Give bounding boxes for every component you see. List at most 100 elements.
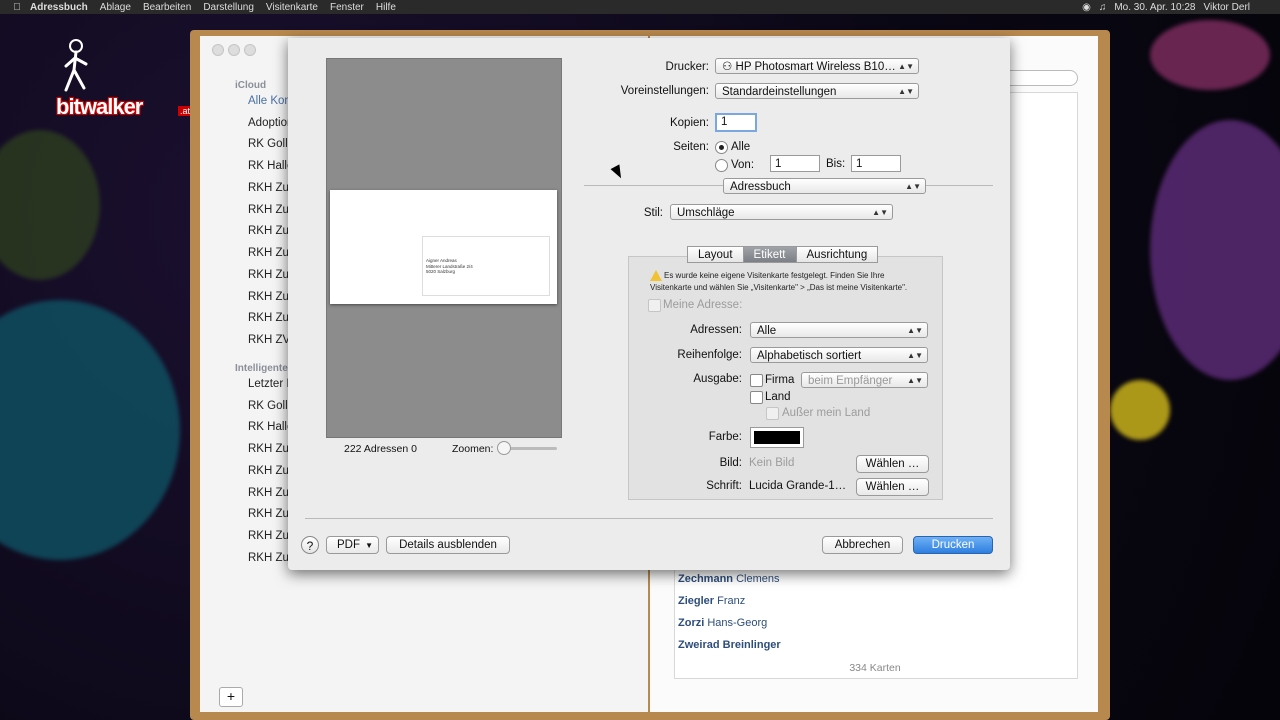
smart-group-item[interactable]: RKH Zu bbox=[248, 465, 289, 477]
smart-group-item[interactable]: RK Halle bbox=[248, 421, 293, 433]
pages-all-radio[interactable] bbox=[715, 141, 728, 154]
contact-row[interactable]: Ziegler Franz bbox=[678, 595, 745, 607]
zoom-slider-knob[interactable] bbox=[497, 441, 511, 455]
menu-file[interactable]: Ablage bbox=[100, 2, 131, 13]
menu-edit[interactable]: Bearbeiten bbox=[143, 2, 191, 13]
zoom-label: Zoomen: bbox=[452, 443, 494, 455]
smart-group-item[interactable]: RKH Zu bbox=[248, 487, 289, 499]
color-label: Farbe: bbox=[708, 431, 742, 443]
group-item[interactable]: RKH Zu bbox=[248, 182, 289, 194]
choose-image-button[interactable]: Wählen … bbox=[856, 455, 929, 473]
font-label: Schrift: bbox=[706, 480, 742, 492]
preview-address: Aigner Andreas Mitterer Landstraße 2/4 5… bbox=[426, 258, 473, 274]
group-item[interactable]: RK Golli bbox=[248, 138, 290, 150]
color-well[interactable] bbox=[750, 427, 804, 448]
tab-layout[interactable]: Layout bbox=[687, 246, 744, 263]
smart-group-item[interactable]: RKH Zu bbox=[248, 552, 289, 564]
wifi-icon[interactable]: ◉ bbox=[1082, 2, 1091, 13]
popup-arrows-icon: ▲▼ bbox=[907, 376, 923, 385]
style-select[interactable]: Umschläge ▲▼ bbox=[670, 204, 893, 220]
smart-group-item[interactable]: RKH Zu bbox=[248, 508, 289, 520]
company-position-select[interactable]: beim Empfänger ▲▼ bbox=[801, 372, 928, 388]
group-item[interactable]: Alle Kon bbox=[248, 95, 291, 107]
copies-label: Kopien: bbox=[669, 117, 709, 129]
tab-orientation[interactable]: Ausrichtung bbox=[795, 246, 879, 263]
preview-count: 222 Adressen 0 bbox=[344, 443, 417, 455]
smart-group-item[interactable]: Letzter I bbox=[248, 378, 290, 390]
copies-input[interactable]: 1 bbox=[715, 113, 757, 132]
minimize-window-button[interactable] bbox=[228, 44, 240, 56]
menu-view[interactable]: Darstellung bbox=[203, 2, 254, 13]
group-item[interactable]: RKH Zu bbox=[248, 247, 289, 259]
smart-group-item[interactable]: RKH Zu bbox=[248, 530, 289, 542]
separator bbox=[305, 518, 993, 519]
style-label: Stil: bbox=[643, 207, 663, 219]
pages-from-label: Von: bbox=[731, 159, 755, 171]
group-item[interactable]: RKH Zu bbox=[248, 291, 289, 303]
pages-from-input[interactable]: 1 bbox=[770, 155, 820, 172]
hide-details-button[interactable]: Details ausblenden bbox=[386, 536, 510, 554]
menu-app[interactable]: Adressbuch bbox=[30, 2, 88, 13]
contact-row[interactable]: Zweirad Breinlinger bbox=[678, 639, 781, 651]
except-country-checkbox[interactable] bbox=[766, 407, 779, 420]
presets-select[interactable]: Standardeinstellungen ▲▼ bbox=[715, 83, 919, 99]
except-country-label: Außer mein Land bbox=[782, 407, 871, 419]
printer-icon: ⚇ bbox=[722, 61, 733, 73]
volume-icon[interactable]: ♫ bbox=[1099, 2, 1107, 13]
logo-text: bitwalker bbox=[56, 94, 143, 119]
font-value: Lucida Grande-1… bbox=[749, 480, 847, 492]
addresses-label: Adressen: bbox=[690, 324, 742, 336]
zoom-window-button[interactable] bbox=[244, 44, 256, 56]
menu-help[interactable]: Hilfe bbox=[376, 2, 396, 13]
printer-label: Drucker: bbox=[665, 61, 709, 73]
color-swatch bbox=[754, 431, 800, 444]
my-address-label: Meine Adresse: bbox=[663, 299, 743, 311]
help-button[interactable]: ? bbox=[301, 536, 319, 554]
add-group-button[interactable]: + bbox=[219, 687, 243, 707]
popup-arrows-icon: ▲▼ bbox=[907, 326, 923, 335]
cancel-button[interactable]: Abbrechen bbox=[822, 536, 903, 554]
menubar-clock[interactable]: Mo. 30. Apr. 10:28 bbox=[1114, 2, 1195, 13]
choose-font-button[interactable]: Wählen … bbox=[856, 478, 929, 496]
group-item[interactable]: RKH Zu bbox=[248, 225, 289, 237]
group-item[interactable]: RKH Zu bbox=[248, 204, 289, 216]
popup-arrows-icon: ▲▼ bbox=[898, 62, 914, 71]
smart-group-item[interactable]: RKH Zu bbox=[248, 443, 289, 455]
menubar-user[interactable]: Viktor Derl bbox=[1204, 2, 1251, 13]
close-window-button[interactable] bbox=[212, 44, 224, 56]
group-item[interactable]: Adoption bbox=[248, 117, 293, 129]
addresses-select[interactable]: Alle ▲▼ bbox=[750, 322, 928, 338]
apple-icon[interactable]:  bbox=[10, 2, 24, 13]
group-item[interactable]: RK Halle bbox=[248, 160, 293, 172]
presets-label: Voreinstellungen: bbox=[620, 85, 709, 97]
group-item[interactable]: RKH ZV bbox=[248, 334, 290, 346]
app-options-select[interactable]: Adressbuch ▲▼ bbox=[723, 178, 926, 194]
contact-row[interactable]: Zechmann Clemens bbox=[678, 573, 779, 585]
pdf-menu-button[interactable]: PDF ▼ bbox=[326, 536, 379, 554]
print-button[interactable]: Drucken bbox=[913, 536, 993, 554]
country-checkbox[interactable] bbox=[750, 391, 763, 404]
company-checkbox[interactable] bbox=[750, 374, 763, 387]
pages-range-radio[interactable] bbox=[715, 159, 728, 172]
smart-group-item[interactable]: RK Golli bbox=[248, 400, 290, 412]
search-input[interactable] bbox=[1000, 70, 1078, 86]
menu-window[interactable]: Fenster bbox=[330, 2, 364, 13]
desktop-splash bbox=[0, 130, 100, 280]
menu-card[interactable]: Visitenkarte bbox=[266, 2, 318, 13]
printer-select[interactable]: ⚇ HP Photosmart Wireless B10… ▲▼ bbox=[715, 58, 919, 74]
pages-to-input[interactable]: 1 bbox=[851, 155, 901, 172]
desktop-splash bbox=[0, 300, 180, 560]
walker-icon bbox=[64, 39, 88, 92]
order-select[interactable]: Alphabetisch sortiert ▲▼ bbox=[750, 347, 928, 363]
group-item[interactable]: RKH Zu bbox=[248, 312, 289, 324]
pages-to-label: Bis: bbox=[826, 158, 846, 170]
tab-label[interactable]: Etikett bbox=[742, 246, 797, 263]
order-label: Reihenfolge: bbox=[677, 349, 742, 361]
popup-arrows-icon: ▲▼ bbox=[907, 351, 923, 360]
card-count: 334 Karten bbox=[849, 662, 901, 674]
contact-row[interactable]: Zorzi Hans-Georg bbox=[678, 617, 767, 629]
my-address-checkbox[interactable] bbox=[648, 299, 661, 312]
group-item[interactable]: RKH Zu bbox=[248, 269, 289, 281]
popup-arrows-icon: ▲▼ bbox=[905, 182, 921, 191]
desktop-splash bbox=[1150, 20, 1270, 90]
